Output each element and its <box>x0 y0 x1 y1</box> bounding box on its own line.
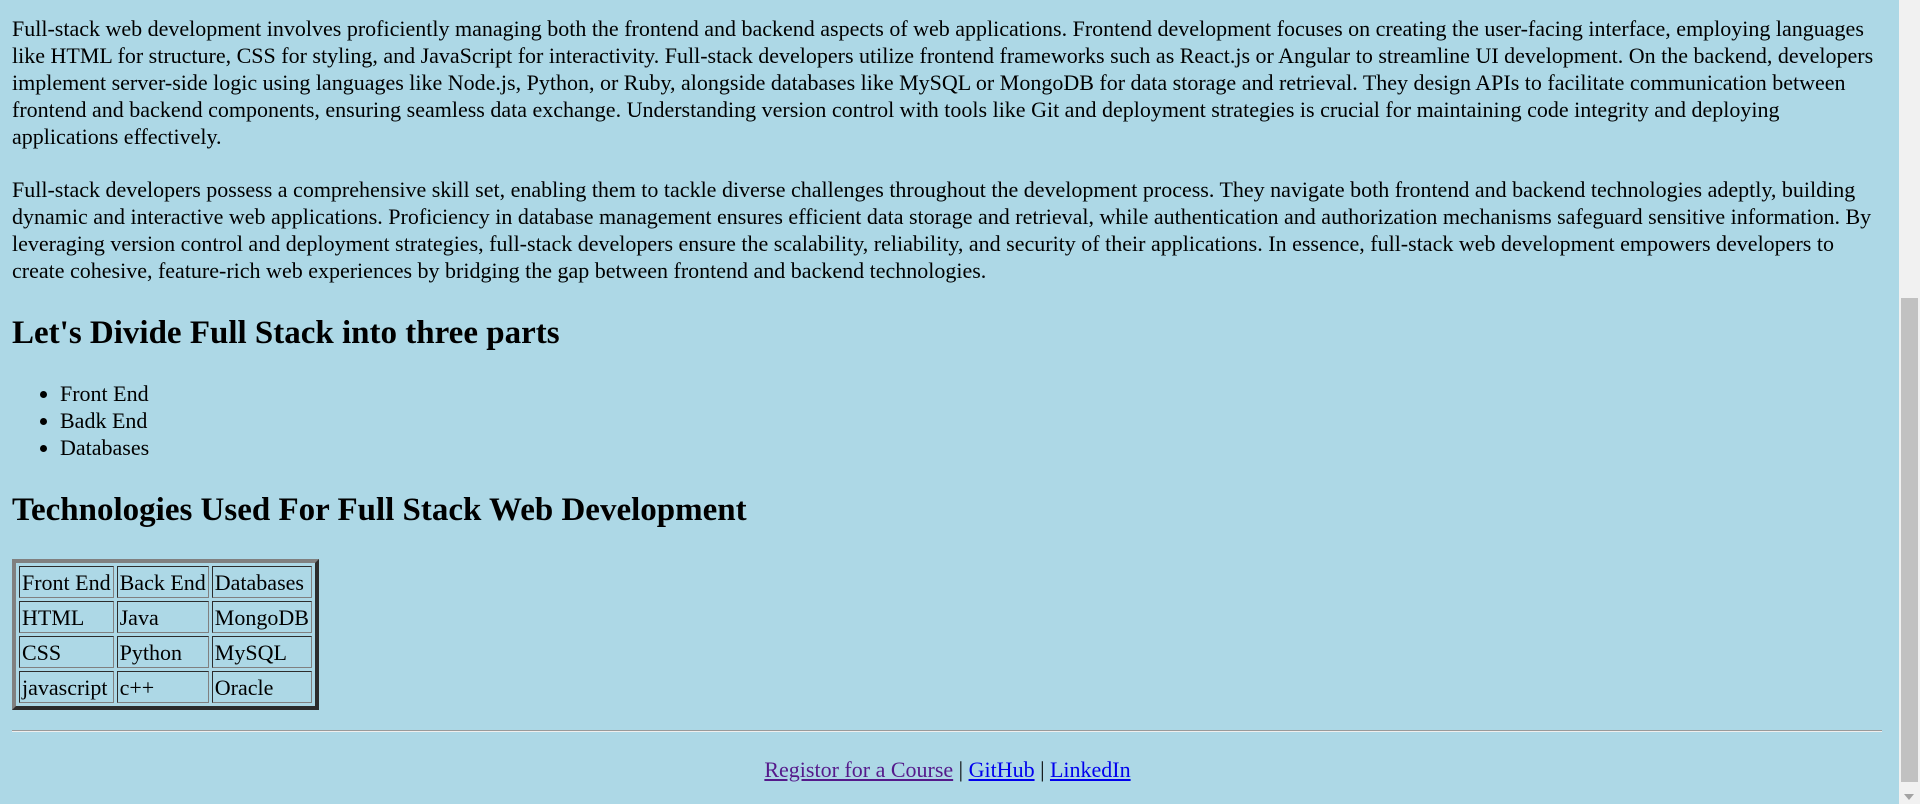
footer-separator: | <box>1040 757 1045 782</box>
intro-paragraph-2: Full-stack developers possess a comprehe… <box>12 177 1872 283</box>
vertical-scrollbar[interactable] <box>1899 0 1920 804</box>
table-cell: Back End <box>116 566 209 598</box>
github-link[interactable]: GitHub <box>969 757 1035 782</box>
table-cell: Oracle <box>211 671 312 703</box>
linkedin-link[interactable]: LinkedIn <box>1050 757 1131 782</box>
scrollbar-thumb[interactable] <box>1901 298 1918 782</box>
table-cell: javascript <box>19 671 114 703</box>
table-cell: c++ <box>116 671 209 703</box>
footer-separator: | <box>958 757 964 782</box>
technologies-heading: Technologies Used For Full Stack Web Dev… <box>12 492 747 528</box>
register-course-link[interactable]: Registor for a Course <box>764 757 953 782</box>
table-cell: Python <box>116 636 209 668</box>
parts-list: Front End Badk End Databases <box>12 380 1882 461</box>
intro-paragraph-1: Full-stack web development involves prof… <box>12 16 1874 149</box>
table-cell: Databases <box>211 566 312 598</box>
page: Full-stack web development involves prof… <box>0 0 1899 804</box>
list-item: Front End <box>60 380 1882 407</box>
technologies-table-wrapper: Front End Back End Databases HTML Java M… <box>12 559 319 710</box>
table-cell: MySQL <box>211 636 312 668</box>
table-cell: CSS <box>19 636 114 668</box>
table-row: HTML Java MongoDB <box>19 601 312 633</box>
list-item: Badk End <box>60 407 1882 434</box>
main-content: Full-stack web development involves prof… <box>12 0 1882 715</box>
scroll-down-arrow-icon[interactable] <box>1904 794 1914 800</box>
technologies-table: Front End Back End Databases HTML Java M… <box>12 559 319 710</box>
table-cell: HTML <box>19 601 114 633</box>
table-row: CSS Python MySQL <box>19 636 312 668</box>
parts-heading: Let's Divide Full Stack into three parts <box>12 315 560 351</box>
footer-divider <box>12 730 1882 732</box>
table-row: Front End Back End Databases <box>19 566 312 598</box>
table-cell: Java <box>116 601 209 633</box>
list-item: Databases <box>60 434 1882 461</box>
table-cell: Front End <box>19 566 114 598</box>
table-cell: MongoDB <box>211 601 312 633</box>
footer: Registor for a Course | GitHub | LinkedI… <box>0 756 1895 783</box>
table-row: javascript c++ Oracle <box>19 671 312 703</box>
